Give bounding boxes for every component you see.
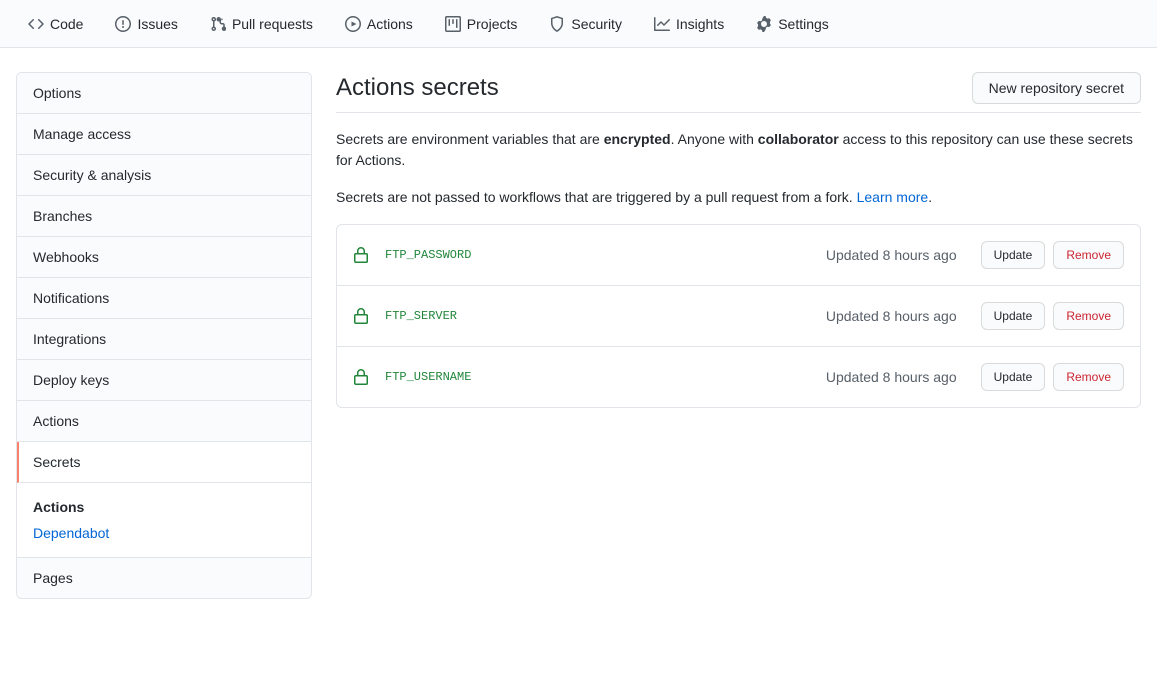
pr-icon <box>210 16 226 32</box>
sidebar-item-notifications[interactable]: Notifications <box>17 278 311 319</box>
main-content: Actions secrets New repository secret Se… <box>336 72 1141 599</box>
tab-label: Code <box>50 16 83 32</box>
tab-code[interactable]: Code <box>16 8 95 40</box>
secret-row: FTP_SERVER Updated 8 hours ago Update Re… <box>337 286 1140 347</box>
secret-updated: Updated 8 hours ago <box>826 308 957 324</box>
secrets-description-2: Secrets are not passed to workflows that… <box>336 187 1141 208</box>
tab-insights[interactable]: Insights <box>642 8 736 40</box>
tab-label: Settings <box>778 16 829 32</box>
tab-actions[interactable]: Actions <box>333 8 425 40</box>
lock-icon <box>353 247 369 263</box>
sidebar-item-security-analysis[interactable]: Security & analysis <box>17 155 311 196</box>
sidebar-item-label: Pages <box>33 570 73 586</box>
issue-icon <box>115 16 131 32</box>
sidebar-item-label: Notifications <box>33 290 109 306</box>
secret-name: FTP_USERNAME <box>385 370 810 384</box>
tab-label: Projects <box>467 16 518 32</box>
sidebar-item-actions[interactable]: Actions <box>17 401 311 442</box>
remove-button[interactable]: Remove <box>1053 302 1124 330</box>
sidebar-item-secrets[interactable]: Secrets <box>17 442 311 483</box>
repo-topnav: Code Issues Pull requests Actions Projec… <box>0 0 1157 48</box>
sidebar-item-manage-access[interactable]: Manage access <box>17 114 311 155</box>
secret-row: FTP_USERNAME Updated 8 hours ago Update … <box>337 347 1140 407</box>
sidebar-item-label: Secrets <box>33 454 80 470</box>
secret-actions: Update Remove <box>981 241 1124 269</box>
secret-actions: Update Remove <box>981 363 1124 391</box>
new-repository-secret-button[interactable]: New repository secret <box>972 72 1141 104</box>
secrets-list: FTP_PASSWORD Updated 8 hours ago Update … <box>336 224 1141 408</box>
sidebar-secrets-subgroup: Actions Dependabot <box>17 483 311 558</box>
lock-icon <box>353 369 369 385</box>
graph-icon <box>654 16 670 32</box>
tab-label: Pull requests <box>232 16 313 32</box>
secret-name: FTP_SERVER <box>385 309 810 323</box>
sidebar-subhead: Actions <box>33 499 295 515</box>
sidebar-item-webhooks[interactable]: Webhooks <box>17 237 311 278</box>
sidebar-item-branches[interactable]: Branches <box>17 196 311 237</box>
learn-more-link[interactable]: Learn more <box>857 189 929 205</box>
update-button[interactable]: Update <box>981 363 1046 391</box>
update-button[interactable]: Update <box>981 241 1046 269</box>
sidebar-item-deploy-keys[interactable]: Deploy keys <box>17 360 311 401</box>
remove-button[interactable]: Remove <box>1053 363 1124 391</box>
sidebar-item-label: Integrations <box>33 331 106 347</box>
secret-updated: Updated 8 hours ago <box>826 369 957 385</box>
tab-pullrequests[interactable]: Pull requests <box>198 8 325 40</box>
page-title: Actions secrets <box>336 74 499 102</box>
update-button[interactable]: Update <box>981 302 1046 330</box>
code-icon <box>28 16 44 32</box>
sidebar-item-label: Deploy keys <box>33 372 109 388</box>
tab-label: Actions <box>367 16 413 32</box>
tab-issues[interactable]: Issues <box>103 8 189 40</box>
secrets-description-1: Secrets are environment variables that a… <box>336 129 1141 171</box>
shield-icon <box>549 16 565 32</box>
page-header: Actions secrets New repository secret <box>336 72 1141 113</box>
project-icon <box>445 16 461 32</box>
sidebar-item-options[interactable]: Options <box>17 73 311 114</box>
secret-name: FTP_PASSWORD <box>385 248 810 262</box>
sidebar-item-label: Branches <box>33 208 92 224</box>
sidebar-item-label: Actions <box>33 413 79 429</box>
secret-actions: Update Remove <box>981 302 1124 330</box>
lock-icon <box>353 308 369 324</box>
secret-row: FTP_PASSWORD Updated 8 hours ago Update … <box>337 225 1140 286</box>
tab-label: Security <box>571 16 622 32</box>
sidebar-item-label: Security & analysis <box>33 167 151 183</box>
play-icon <box>345 16 361 32</box>
remove-button[interactable]: Remove <box>1053 241 1124 269</box>
tab-label: Insights <box>676 16 724 32</box>
sidebar-item-label: Manage access <box>33 126 131 142</box>
sidebar-sublink-dependabot[interactable]: Dependabot <box>33 525 109 541</box>
tab-security[interactable]: Security <box>537 8 634 40</box>
sidebar-item-pages[interactable]: Pages <box>17 558 311 598</box>
settings-sidebar: Options Manage access Security & analysi… <box>16 72 312 599</box>
tab-label: Issues <box>137 16 177 32</box>
sidebar-item-label: Webhooks <box>33 249 99 265</box>
sidebar-item-label: Options <box>33 85 81 101</box>
gear-icon <box>756 16 772 32</box>
tab-settings[interactable]: Settings <box>744 8 841 40</box>
tab-projects[interactable]: Projects <box>433 8 530 40</box>
secret-updated: Updated 8 hours ago <box>826 247 957 263</box>
sidebar-item-integrations[interactable]: Integrations <box>17 319 311 360</box>
